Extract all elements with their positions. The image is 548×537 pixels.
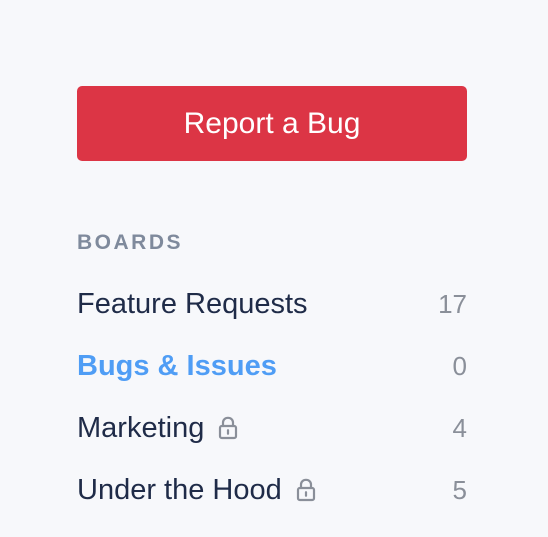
boards-heading: BOARDS [77, 231, 184, 254]
board-count: 4 [452, 413, 467, 443]
board-label: Bugs & Issues [77, 350, 277, 382]
sidebar-panel: Report a Bug BOARDS Feature Requests 17 … [77, 86, 467, 537]
board-label-group: Under the Hood [77, 474, 320, 506]
board-count: 17 [438, 289, 467, 319]
board-label-group: Feature Requests [77, 288, 308, 320]
board-label: Under the Hood [77, 474, 282, 506]
board-list: Feature Requests 17 Bugs & Issues 0 Mark… [77, 273, 467, 521]
lock-icon [214, 412, 242, 444]
board-count: 0 [452, 351, 467, 381]
board-item-feature-requests[interactable]: Feature Requests 17 [77, 273, 467, 335]
board-item-under-the-hood[interactable]: Under the Hood 5 [77, 459, 467, 521]
board-item-bugs-and-issues[interactable]: Bugs & Issues 0 [77, 335, 467, 397]
board-label-group: Bugs & Issues [77, 350, 277, 382]
board-label: Feature Requests [77, 288, 308, 320]
report-a-bug-button[interactable]: Report a Bug [77, 86, 467, 161]
board-item-marketing[interactable]: Marketing 4 [77, 397, 467, 459]
board-count: 5 [452, 475, 467, 505]
lock-icon [292, 474, 320, 506]
board-label-group: Marketing [77, 412, 242, 444]
board-label: Marketing [77, 412, 205, 444]
